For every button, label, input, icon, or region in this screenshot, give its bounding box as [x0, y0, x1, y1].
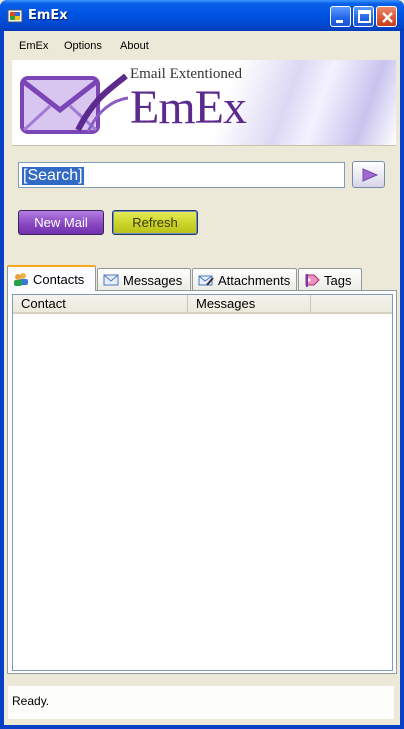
menu-about[interactable]: About: [120, 40, 149, 52]
window-frame-bottom: [0, 725, 404, 729]
close-button[interactable]: [376, 6, 397, 27]
search-input[interactable]: [Search]: [18, 162, 345, 188]
close-icon: [382, 12, 393, 23]
tab-messages[interactable]: Messages: [97, 268, 191, 290]
tab-contacts[interactable]: Contacts: [7, 265, 96, 291]
minimize-button[interactable]: [330, 6, 351, 27]
contacts-tab-panel: Contact Messages: [7, 290, 397, 674]
contacts-icon: [14, 273, 28, 286]
menu-options[interactable]: Options: [64, 40, 102, 52]
title-bar[interactable]: EmEx: [0, 0, 404, 31]
envelope-logo-icon: [20, 73, 128, 134]
app-window: EmEx EmEx Options About Email Extentione…: [0, 0, 404, 729]
tab-strip: Contacts Messages Attachments Tags: [4, 265, 400, 291]
new-mail-button[interactable]: New Mail: [18, 210, 104, 235]
refresh-button[interactable]: Refresh: [112, 210, 198, 235]
search-input-value: [Search]: [22, 167, 84, 185]
column-header-contact[interactable]: Contact: [13, 295, 188, 312]
app-banner: Email Extentioned EmEx: [12, 60, 396, 146]
tab-messages-label: Messages: [123, 273, 183, 288]
app-icon: [7, 9, 23, 23]
status-text: Ready.: [12, 694, 50, 708]
tab-attachments[interactable]: Attachments: [192, 268, 297, 290]
window-title: EmEx: [28, 8, 68, 23]
list-header: Contact Messages: [13, 295, 392, 314]
tab-attachments-label: Attachments: [218, 273, 291, 288]
column-header-messages[interactable]: Messages: [188, 295, 311, 312]
envelope-icon: [103, 274, 119, 286]
minimize-icon: [336, 20, 343, 23]
contacts-list[interactable]: Contact Messages: [12, 294, 393, 671]
play-arrow-icon: [362, 168, 378, 182]
window-frame-right: [400, 31, 404, 729]
tag-icon: [305, 274, 320, 287]
maximize-icon: [358, 10, 371, 23]
maximize-button[interactable]: [353, 6, 374, 27]
status-bar: Ready.: [4, 682, 400, 725]
status-panel: [8, 686, 394, 719]
client-area: EmEx Options About Email Extentioned EmE…: [4, 31, 400, 725]
search-go-button[interactable]: [352, 161, 385, 188]
menu-emex[interactable]: EmEx: [19, 40, 48, 52]
attachment-icon: [198, 275, 214, 286]
menu-bar: EmEx Options About: [4, 34, 400, 60]
tab-contacts-label: Contacts: [33, 272, 85, 287]
tab-tags-label: Tags: [324, 273, 352, 288]
banner-logo-text: EmEx: [130, 81, 247, 134]
tab-tags[interactable]: Tags: [298, 268, 362, 290]
